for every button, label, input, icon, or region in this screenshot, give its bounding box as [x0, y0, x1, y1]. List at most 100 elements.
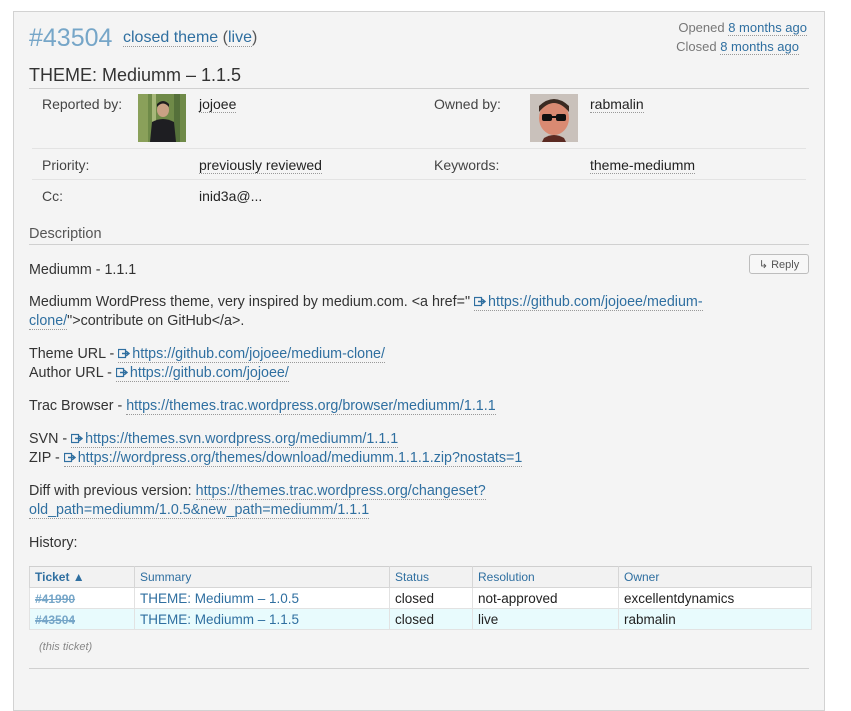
keywords-label: Keywords: [434, 157, 500, 173]
summary-cell: THEME: Mediumm – 1.1.5 [134, 608, 390, 630]
closed-ago-link[interactable]: 8 months ago [720, 39, 799, 55]
summary-cell: THEME: Mediumm – 1.0.5 [134, 587, 390, 609]
owner-link[interactable]: rabmalin [590, 96, 644, 113]
svn-label: SVN - [29, 431, 68, 447]
reporter-name: jojoee [199, 96, 237, 113]
column-header-summary[interactable]: Summary [134, 566, 390, 588]
author-url-line: Author URL - https://github.com/jojoee/ [29, 364, 289, 384]
svn-link[interactable]: https://themes.svn.wordpress.org/mediumm… [71, 431, 399, 448]
closed-date: Closed 8 months ago [676, 39, 799, 55]
column-header-ticket[interactable]: Ticket ▲ [29, 566, 135, 588]
trac-browser-line: Trac Browser - https://themes.trac.wordp… [29, 397, 496, 417]
description-heading: Description [29, 226, 102, 242]
theme-url-text: https://github.com/jojoee/medium-clone/ [132, 346, 385, 362]
theme-url-line: Theme URL - https://github.com/jojoee/me… [29, 345, 385, 365]
table-row: #43504 THEME: Mediumm – 1.1.5 closed liv… [29, 608, 812, 630]
history-header-row: Ticket ▲ Summary Status Resolution Owner [29, 566, 812, 588]
owned-by-label: Owned by: [434, 96, 501, 112]
ticket-panel: #43504 closed theme (live) Opened 8 mont… [13, 11, 825, 711]
ticket-link[interactable]: #43504 [35, 613, 75, 627]
summary-link[interactable]: THEME: Mediumm – 1.0.5 [140, 591, 299, 606]
intro-line-2: clone/">contribute on GitHub</a>. [29, 312, 244, 332]
trac-label: Trac Browser - [29, 398, 123, 414]
github-clone-link[interactable]: https://github.com/jojoee/medium- [474, 294, 703, 311]
ticket-status-line: closed theme (live) [123, 29, 257, 47]
external-link-icon [63, 452, 76, 463]
version-line: Mediumm - 1.1.1 [29, 262, 137, 278]
opened-label: Opened [678, 20, 725, 35]
status-cell: closed [389, 587, 473, 609]
external-link-icon [115, 367, 128, 378]
reporter-link[interactable]: jojoee [199, 96, 237, 113]
opened-ago-link[interactable]: 8 months ago [728, 20, 807, 36]
closed-label: Closed [676, 39, 717, 54]
ticket-status: closed [123, 29, 170, 46]
bottom-rule [29, 668, 809, 669]
reply-button[interactable]: ↳ Reply [749, 254, 809, 274]
theme-url-label: Theme URL - [29, 346, 115, 362]
cc-value: inid3a@... [199, 188, 263, 204]
trac-browser-link[interactable]: https://themes.trac.wordpress.org/browse… [126, 398, 496, 415]
resolution-cell: live [472, 608, 619, 630]
owner-cell: excellentdynamics [618, 587, 812, 609]
history-table: Ticket ▲ Summary Status Resolution Owner… [29, 566, 812, 630]
owner-name: rabmalin [590, 96, 644, 113]
diff-line-1: Diff with previous version: https://them… [29, 482, 486, 502]
history-label: History: [29, 535, 78, 551]
external-link-icon [71, 433, 84, 444]
zip-link-text: https://wordpress.org/themes/download/me… [77, 450, 523, 466]
theme-url-link[interactable]: https://github.com/jojoee/medium-clone/ [118, 346, 385, 363]
github-clone-link-text: https://github.com/jojoee/medium- [488, 294, 703, 310]
column-header-status[interactable]: Status [389, 566, 473, 588]
diff-link[interactable]: https://themes.trac.wordpress.org/change… [195, 483, 486, 500]
status-cell: closed [389, 608, 473, 630]
resolution-cell: not-approved [472, 587, 619, 609]
properties-top-rule [29, 88, 809, 89]
github-clone-link-cont[interactable]: clone/ [29, 313, 68, 330]
column-header-owner[interactable]: Owner [618, 566, 812, 588]
zip-link[interactable]: https://wordpress.org/themes/download/me… [63, 450, 523, 467]
external-link-icon [474, 296, 487, 307]
row-divider [32, 148, 806, 149]
author-url-label: Author URL - [29, 365, 112, 381]
reporter-avatar[interactable] [138, 94, 186, 142]
owner-avatar[interactable] [530, 94, 578, 142]
ticket-link[interactable]: #41990 [35, 592, 75, 606]
paren-close: ) [251, 29, 258, 46]
zip-label: ZIP - [29, 450, 60, 466]
description-rule [29, 244, 809, 245]
column-header-resolution[interactable]: Resolution [472, 566, 619, 588]
ticket-title: THEME: Mediumm – 1.1.5 [29, 65, 242, 85]
priority-value: previously reviewed [199, 157, 322, 174]
priority-link[interactable]: previously reviewed [199, 157, 322, 174]
external-link-icon [118, 348, 131, 359]
intro-line-1: Mediumm WordPress theme, very inspired b… [29, 293, 703, 313]
this-ticket-note: (this ticket) [39, 641, 93, 653]
diff-line-2: old_path=mediumm/1.0.5&new_path=mediumm/… [29, 501, 370, 521]
intro-text: Mediumm WordPress theme, very inspired b… [29, 294, 471, 310]
ticket-cell: #43504 [29, 608, 135, 630]
cc-label: Cc: [42, 188, 63, 204]
diff-label: Diff with previous version: [29, 483, 192, 499]
row-divider [32, 179, 806, 180]
ticket-cell: #41990 [29, 587, 135, 609]
table-row: #41990 THEME: Mediumm – 1.0.5 closed not… [29, 587, 812, 609]
diff-link-cont[interactable]: old_path=mediumm/1.0.5&new_path=mediumm/… [29, 502, 370, 519]
intro-text-end: ">contribute on GitHub</a>. [67, 313, 245, 329]
reported-by-label: Reported by: [42, 96, 123, 112]
zip-line: ZIP - https://wordpress.org/themes/downl… [29, 449, 523, 469]
opened-date: Opened 8 months ago [678, 20, 807, 36]
summary-link[interactable]: THEME: Mediumm – 1.1.5 [140, 612, 299, 627]
ticket-type: theme [173, 29, 219, 46]
owner-cell: rabmalin [618, 608, 812, 630]
svn-line: SVN - https://themes.svn.wordpress.org/m… [29, 430, 399, 450]
keywords-link[interactable]: theme-mediumm [590, 157, 696, 174]
priority-label: Priority: [42, 157, 90, 173]
ticket-status-link[interactable]: closed theme [123, 29, 219, 47]
ticket-resolution-link[interactable]: live [227, 29, 252, 47]
author-url-text: https://github.com/jojoee/ [129, 365, 289, 381]
keywords-value: theme-mediumm [590, 157, 696, 174]
author-url-link[interactable]: https://github.com/jojoee/ [115, 365, 289, 382]
svn-link-text: https://themes.svn.wordpress.org/mediumm… [85, 431, 399, 447]
ticket-number: #43504 [29, 24, 113, 52]
